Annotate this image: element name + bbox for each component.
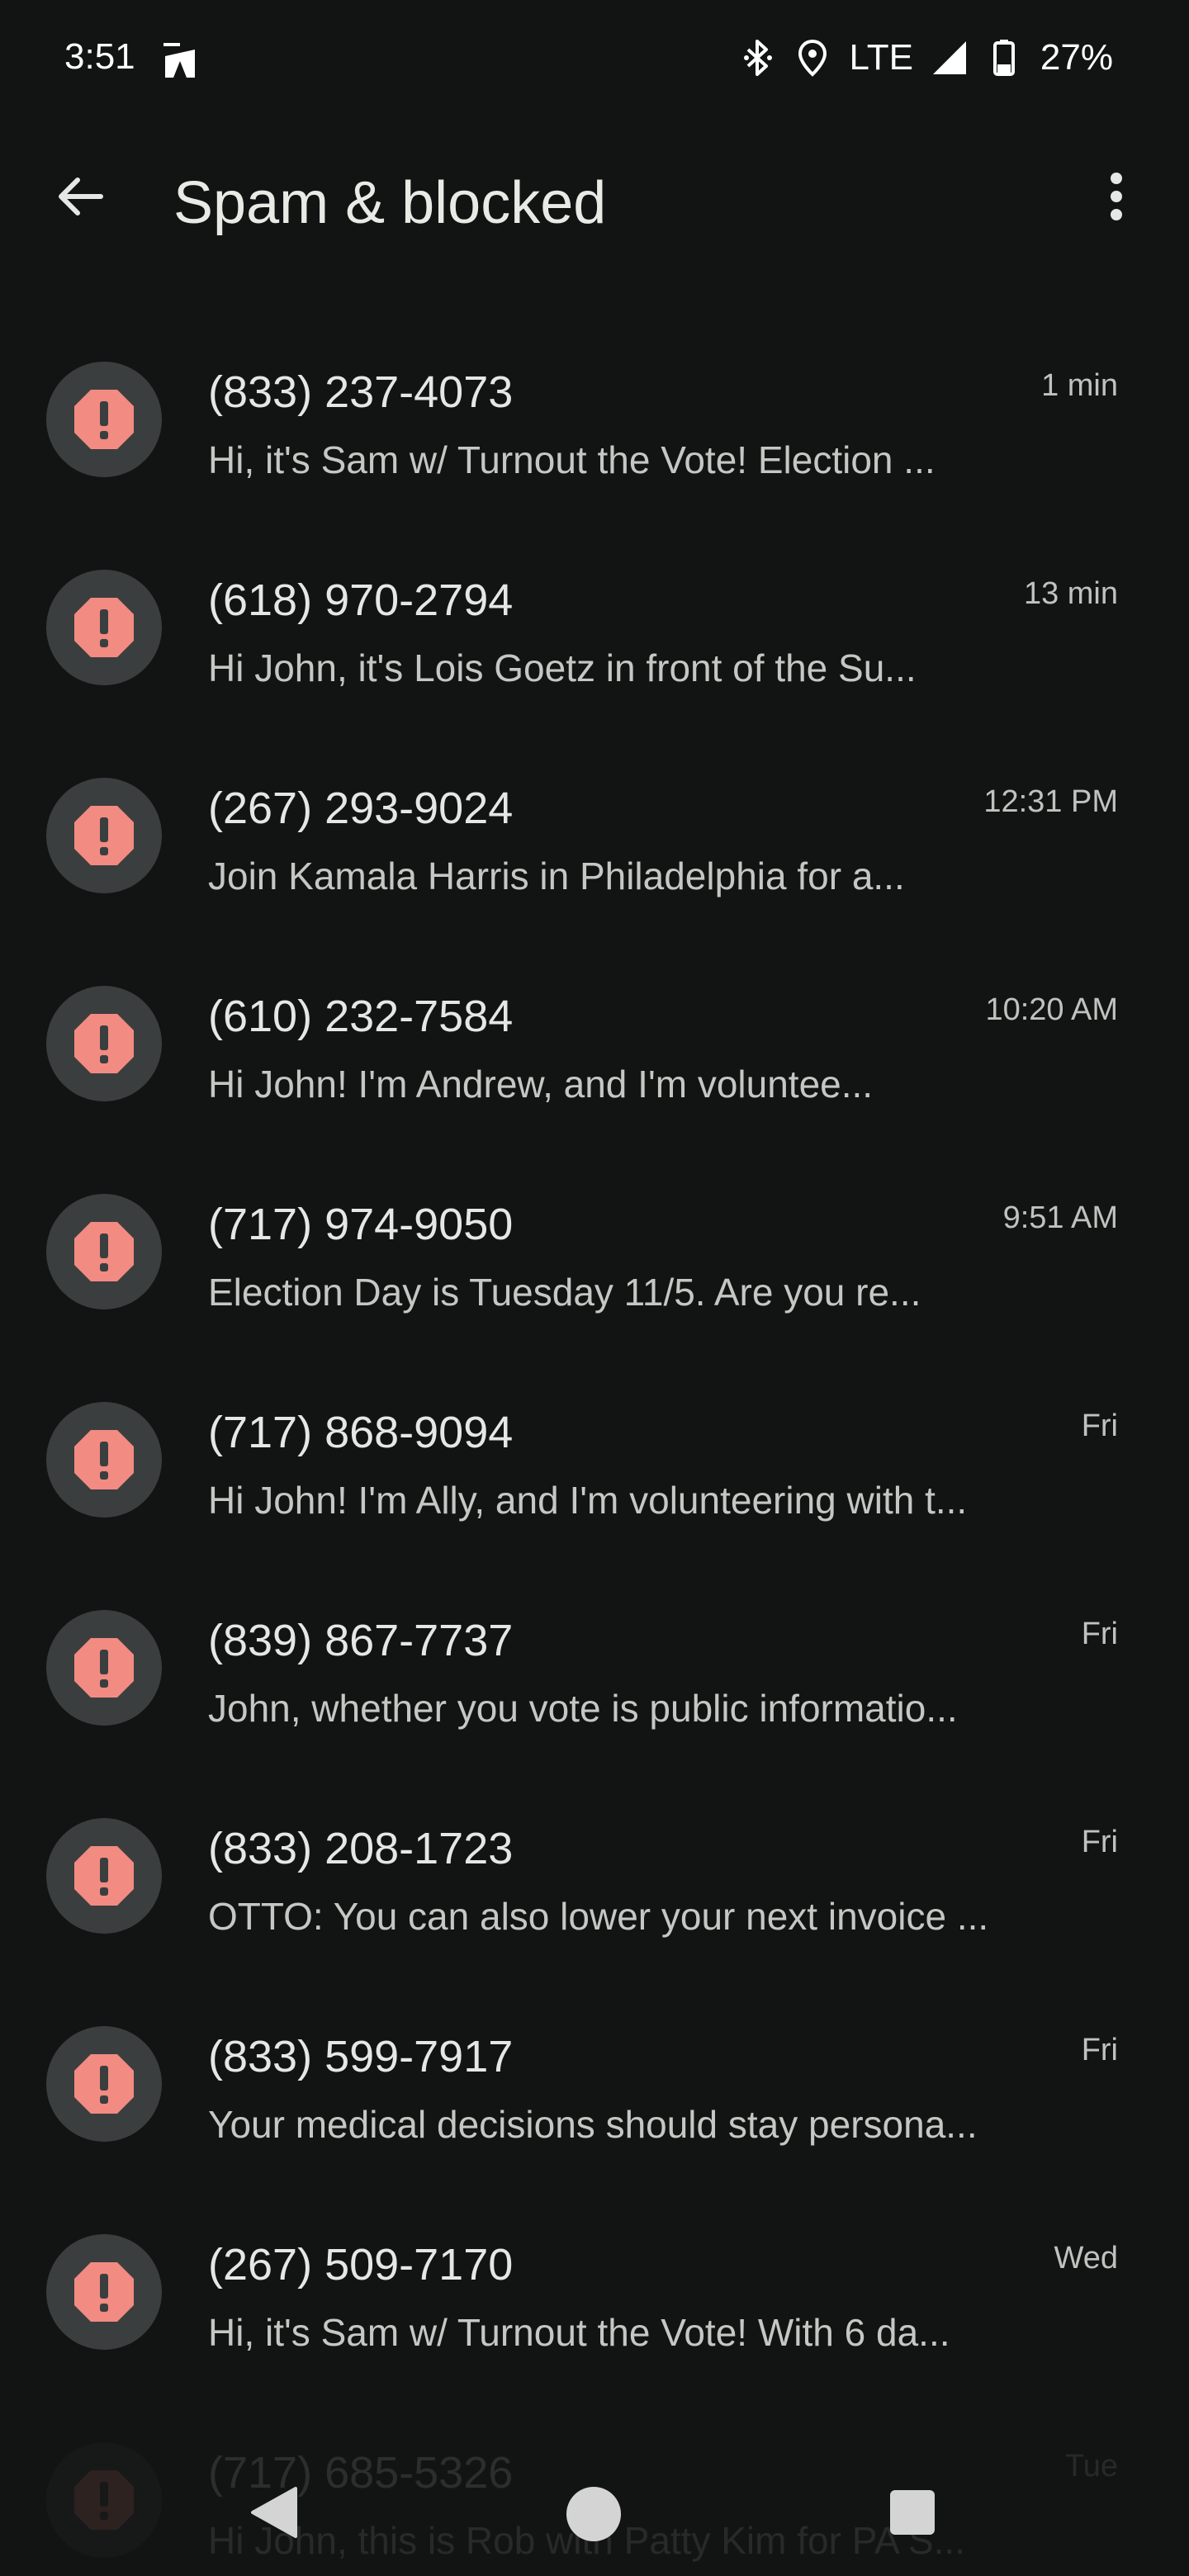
sender-number: (610) 232-7584 (208, 992, 514, 1041)
message-preview: Your medical decisions should stay perso… (208, 2103, 978, 2146)
sender-number: (839) 867-7737 (208, 1616, 514, 1665)
alert-icon (74, 1430, 134, 1489)
conversation-item[interactable]: (267) 509-7170 Hi, it's Sam w/ Turnout t… (0, 2203, 1189, 2411)
message-preview: John, whether you vote is public informa… (208, 1687, 958, 1730)
spam-avatar (46, 778, 162, 893)
conversation-item[interactable]: (610) 232-7584 Hi John! I'm Andrew, and … (0, 954, 1189, 1163)
spam-avatar (46, 1610, 162, 1726)
sender-number: (717) 974-9050 (208, 1200, 514, 1249)
conversation-item[interactable]: (618) 970-2794 Hi John, it's Lois Goetz … (0, 538, 1189, 746)
spam-avatar (46, 1818, 162, 1934)
alert-icon (74, 2262, 134, 2322)
sender-number: (267) 293-9024 (208, 784, 514, 833)
sender-number: (833) 599-7917 (208, 2032, 514, 2081)
conversation-item[interactable]: (833) 237-4073 Hi, it's Sam w/ Turnout t… (0, 330, 1189, 538)
message-time: Fri (1081, 1617, 1118, 1651)
message-time: Wed (1054, 2241, 1118, 2275)
alert-icon (74, 1014, 134, 1073)
spam-avatar (46, 1402, 162, 1518)
alert-icon (74, 390, 134, 449)
more-vert-icon (1111, 173, 1122, 220)
message-time: 1 min (1041, 368, 1118, 403)
spam-avatar (46, 2234, 162, 2350)
message-preview: Hi John! I'm Andrew, and I'm voluntee... (208, 1063, 874, 1106)
screen: 3:51 LTE 27% Spam & blocked (833) 237-40… (0, 0, 1189, 2576)
spam-avatar (46, 362, 162, 477)
status-icons: LTE 27% (740, 33, 1113, 83)
spam-avatar (46, 1194, 162, 1309)
bluetooth-icon (740, 38, 776, 78)
sender-number: (833) 237-4073 (208, 367, 514, 417)
alert-icon (74, 598, 134, 657)
message-preview: Hi, it's Sam w/ Turnout the Vote! Electi… (208, 438, 936, 481)
message-time: Fri (1081, 2033, 1118, 2067)
signal-icon (931, 38, 968, 78)
nav-back-icon[interactable] (249, 2485, 299, 2540)
nav-home-icon[interactable] (566, 2487, 621, 2541)
conversation-list: (833) 237-4073 Hi, it's Sam w/ Turnout t… (0, 330, 1189, 2576)
message-preview: Hi John, it's Lois Goetz in front of the… (208, 646, 917, 689)
navigation-bar (0, 2452, 1189, 2559)
message-preview: OTTO: You can also lower your next invoi… (208, 1895, 989, 1938)
back-button[interactable] (41, 157, 121, 236)
message-time: 13 min (1023, 576, 1118, 611)
sender-number: (267) 509-7170 (208, 2240, 514, 2290)
battery-icon (986, 38, 1022, 78)
status-time: 3:51 (64, 36, 135, 77)
sender-number: (833) 208-1723 (208, 1824, 514, 1873)
message-time: 9:51 AM (1002, 1200, 1118, 1235)
conversation-item[interactable]: (717) 868-9094 Hi John! I'm Ally, and I'… (0, 1371, 1189, 1579)
network-type: LTE (849, 37, 913, 78)
sender-number: (717) 868-9094 (208, 1408, 514, 1457)
message-time: 12:31 PM (983, 784, 1118, 819)
more-options-button[interactable] (1077, 157, 1156, 236)
message-time: Fri (1081, 1409, 1118, 1443)
nav-recents-icon[interactable] (890, 2490, 935, 2535)
arrow-back-icon (59, 178, 103, 215)
app-notification-icon (162, 41, 205, 79)
spam-avatar (46, 570, 162, 685)
message-preview: Join Kamala Harris in Philadelphia for a… (208, 855, 905, 897)
conversation-item[interactable]: (833) 599-7917 Your medical decisions sh… (0, 1995, 1189, 2203)
conversation-item[interactable]: (839) 867-7737 John, whether you vote is… (0, 1579, 1189, 1787)
alert-icon (74, 2054, 134, 2114)
alert-icon (74, 806, 134, 865)
alert-icon (74, 1222, 134, 1281)
battery-percent: 27% (1040, 37, 1113, 78)
spam-avatar (46, 2026, 162, 2142)
status-bar: 3:51 LTE 27% (0, 0, 1189, 116)
alert-icon (74, 1638, 134, 1698)
alert-icon (74, 1846, 134, 1906)
message-time: Fri (1081, 1825, 1118, 1859)
conversation-item[interactable]: (717) 974-9050 Election Day is Tuesday 1… (0, 1163, 1189, 1371)
conversation-item[interactable]: (833) 208-1723 OTTO: You can also lower … (0, 1787, 1189, 1995)
message-preview: Hi John! I'm Ally, and I'm volunteering … (208, 1479, 968, 1522)
spam-avatar (46, 986, 162, 1101)
conversation-item[interactable]: (267) 293-9024 Join Kamala Harris in Phi… (0, 746, 1189, 954)
location-icon (794, 38, 831, 78)
page-title: Spam & blocked (173, 170, 607, 236)
message-time: 10:20 AM (985, 992, 1118, 1027)
sender-number: (618) 970-2794 (208, 575, 514, 625)
app-bar: Spam & blocked (0, 140, 1189, 239)
message-preview: Hi, it's Sam w/ Turnout the Vote! With 6… (208, 2311, 950, 2354)
message-preview: Election Day is Tuesday 11/5. Are you re… (208, 1271, 921, 1314)
